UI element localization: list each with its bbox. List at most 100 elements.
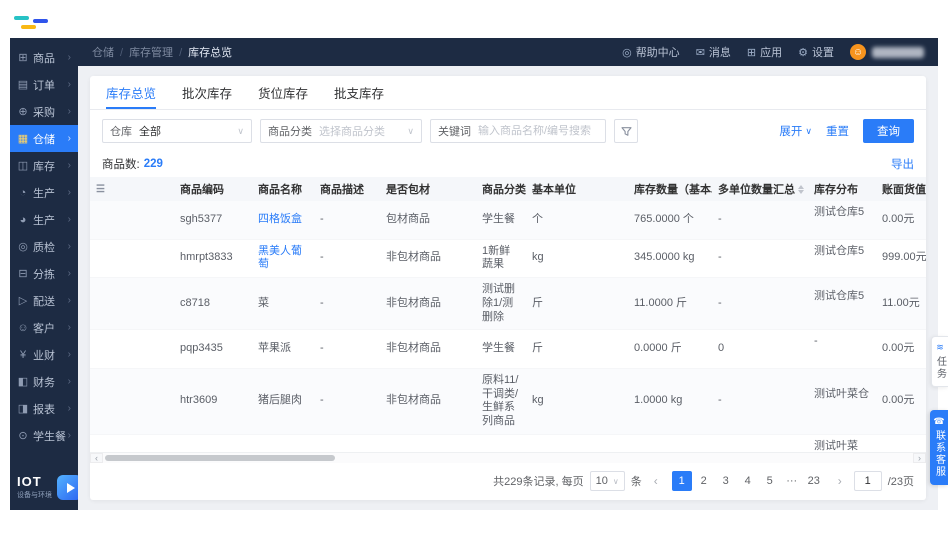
page-jump-input[interactable] — [853, 471, 882, 491]
column-header[interactable]: 账面货值 — [876, 177, 926, 201]
user-menu[interactable]: ☺ — [850, 44, 924, 60]
contact-support-button[interactable]: ☎ 联系客服 — [930, 410, 948, 485]
cell-unit: 斤 — [526, 329, 628, 369]
keyword-field: 关键词 — [430, 119, 606, 143]
sidebar-item[interactable]: ◧ 财务 › — [10, 368, 78, 395]
table-row[interactable]: hmrpt3833 黑美人葡萄 - 非包材商品 1新鲜蔬果 kg 345.000… — [90, 239, 926, 278]
cell-name: 韭菜花 — [252, 434, 314, 452]
scroll-right-button[interactable]: › — [913, 453, 926, 463]
scrollbar-track[interactable] — [103, 453, 913, 463]
page-size-select[interactable]: 10 ∨ — [589, 471, 625, 491]
sidebar-item[interactable]: ⊞ 商品 › — [10, 44, 78, 71]
column-header[interactable]: ☰ — [90, 177, 174, 201]
page-button[interactable]: 5 — [760, 471, 780, 491]
topbar-action[interactable]: ◎ 帮助中心 — [622, 44, 680, 60]
sidebar-item[interactable]: ◔ 生产 › — [10, 179, 78, 206]
cell-distribution: 测试仓库5 — [808, 201, 876, 240]
product-name[interactable]: 猪后腿肉 — [258, 394, 302, 406]
column-header[interactable]: 商品编码 — [174, 177, 252, 201]
topbar-action[interactable]: ⊞ 应用 — [747, 44, 782, 60]
sidebar-item[interactable]: ▦ 仓储 › — [10, 125, 78, 152]
product-name[interactable]: 苹果派 — [258, 342, 291, 354]
cell-multi-unit: - — [712, 239, 808, 278]
topbar-action-label: 设置 — [812, 47, 834, 59]
product-name[interactable]: 黑美人葡萄 — [258, 245, 302, 271]
sidebar-item[interactable]: ◨ 报表 › — [10, 395, 78, 422]
sidebar-item[interactable]: ⊕ 采购 › — [10, 98, 78, 125]
page-button[interactable]: ··· — [782, 471, 802, 491]
warehouse-select[interactable]: 仓库 全部 ∨ — [102, 119, 252, 143]
page-button[interactable]: 2 — [694, 471, 714, 491]
page-button[interactable]: 3 — [716, 471, 736, 491]
product-name[interactable]: 四格饭盒 — [258, 213, 302, 225]
sidebar-item[interactable]: ▤ 订单 › — [10, 71, 78, 98]
column-header[interactable]: 基本单位 — [526, 177, 628, 201]
sidebar-item[interactable]: ◕ 生产 › — [10, 206, 78, 233]
page-button[interactable]: 4 — [738, 471, 758, 491]
product-name[interactable]: 菜 — [258, 297, 269, 309]
cell-unit: kg — [526, 239, 628, 278]
next-page-button[interactable]: › — [832, 471, 848, 491]
topbar-action[interactable]: ⚙ 设置 — [798, 44, 834, 60]
page-button[interactable]: 1 — [671, 471, 692, 491]
keyword-input[interactable] — [478, 125, 598, 137]
sidebar-item[interactable]: ☺ 客户 › — [10, 314, 78, 341]
expand-button[interactable]: 展开 ∨ — [779, 123, 812, 139]
column-header[interactable]: 商品分类 — [476, 177, 526, 201]
column-header[interactable]: 库存数量（基本单位） — [628, 177, 712, 201]
cell-name: 苹果派 — [252, 329, 314, 369]
column-header[interactable]: 商品名称 — [252, 177, 314, 201]
sidebar-item[interactable]: ▷ 配送 › — [10, 287, 78, 314]
inventory-table-wrap: ☰ 商品编码 商品名称 商品描述 是否包材 商品分类 基本单位 库存数量（基本 … — [90, 177, 926, 452]
column-header[interactable]: 多单位数量汇总 — [712, 177, 808, 201]
search-button[interactable]: 查询 — [863, 119, 914, 143]
sidebar-menu: ⊞ 商品 › ▤ 订单 › ⊕ 采购 › ▦ 仓储 › ◫ 库存 › ◔ 生产 … — [10, 38, 78, 449]
sort-icon[interactable] — [798, 184, 804, 194]
breadcrumb-item[interactable]: 库存总览 — [173, 44, 232, 60]
scrollbar-thumb[interactable] — [105, 455, 335, 461]
filter-funnel-button[interactable] — [614, 119, 638, 143]
sidebar-item[interactable]: ◫ 库存 › — [10, 152, 78, 179]
export-button[interactable]: 导出 — [891, 156, 914, 172]
breadcrumb-item[interactable]: 仓储 — [92, 44, 114, 60]
tab[interactable]: 库存总览 — [106, 76, 157, 109]
chevron-right-icon: › — [67, 160, 71, 171]
sidebar-item[interactable]: ¥ 业财 › — [10, 341, 78, 368]
sidebar-item[interactable]: ◎ 质检 › — [10, 233, 78, 260]
page-button[interactable]: 23 — [804, 471, 824, 491]
column-label: 库存分布 — [814, 184, 858, 196]
cell-description: - — [314, 239, 380, 278]
sidebar-item[interactable]: ⊙ 学生餐 › — [10, 422, 78, 449]
column-header[interactable]: 库存分布 — [808, 177, 876, 201]
tab[interactable]: 批支库存 — [334, 76, 384, 109]
cell-distribution: 测试叶菜仓;测试仓库5 查看详情 — [808, 434, 876, 452]
topbar-action[interactable]: ✉ 消息 — [696, 44, 731, 60]
tab[interactable]: 批次库存 — [182, 76, 232, 109]
cell-multi-unit: 15箱2斤 — [712, 434, 808, 452]
scroll-left-button[interactable]: ‹ — [90, 453, 103, 463]
task-panel-tab[interactable]: ≋ 任务 — [931, 336, 948, 387]
cell-row-handle — [90, 239, 174, 278]
table-row[interactable]: jch4593 韭菜花 - 非包材商品 蔬菜类 斤 47.0000 斤 15箱2… — [90, 434, 926, 452]
table-row[interactable]: pqp3435 苹果派 - 非包材商品 学生餐 斤 0.0000 斤 0 - 0… — [90, 329, 926, 369]
cell-packaging: 非包材商品 — [380, 368, 476, 435]
table-row[interactable]: c8718 菜 - 非包材商品 测试删除1/测删除 斤 11.0000 斤 - … — [90, 277, 926, 331]
table-row[interactable]: htr3609 猪后腿肉 - 非包材商品 原料11/干调类/生鲜系列商品 kg … — [90, 368, 926, 435]
tab[interactable]: 货位库存 — [258, 76, 308, 109]
category-select[interactable]: 商品分类 选择商品分类 ∨ — [260, 119, 422, 143]
sidebar-item-label: 配送 — [33, 295, 55, 308]
prev-page-button[interactable]: ‹ — [648, 471, 664, 491]
sidebar-item[interactable]: ⊟ 分拣 › — [10, 260, 78, 287]
sidebar-item-icon: ▷ — [18, 295, 28, 307]
column-settings-icon[interactable]: ☰ — [96, 184, 105, 195]
table-row[interactable]: sgh5377 四格饭盒 - 包材商品 学生餐 个 765.0000 个 - 测… — [90, 201, 926, 240]
column-header[interactable]: 商品描述 — [314, 177, 380, 201]
brand-dash-teal — [14, 16, 29, 20]
cell-description: - — [314, 434, 380, 452]
sidebar-item-label: 报表 — [33, 403, 55, 416]
cell-row-handle — [90, 329, 174, 369]
breadcrumb-item[interactable]: 库存管理 — [114, 44, 173, 60]
column-header[interactable]: 是否包材 — [380, 177, 476, 201]
keyword-label: 关键词 — [438, 126, 471, 138]
reset-button[interactable]: 重置 — [826, 123, 849, 139]
